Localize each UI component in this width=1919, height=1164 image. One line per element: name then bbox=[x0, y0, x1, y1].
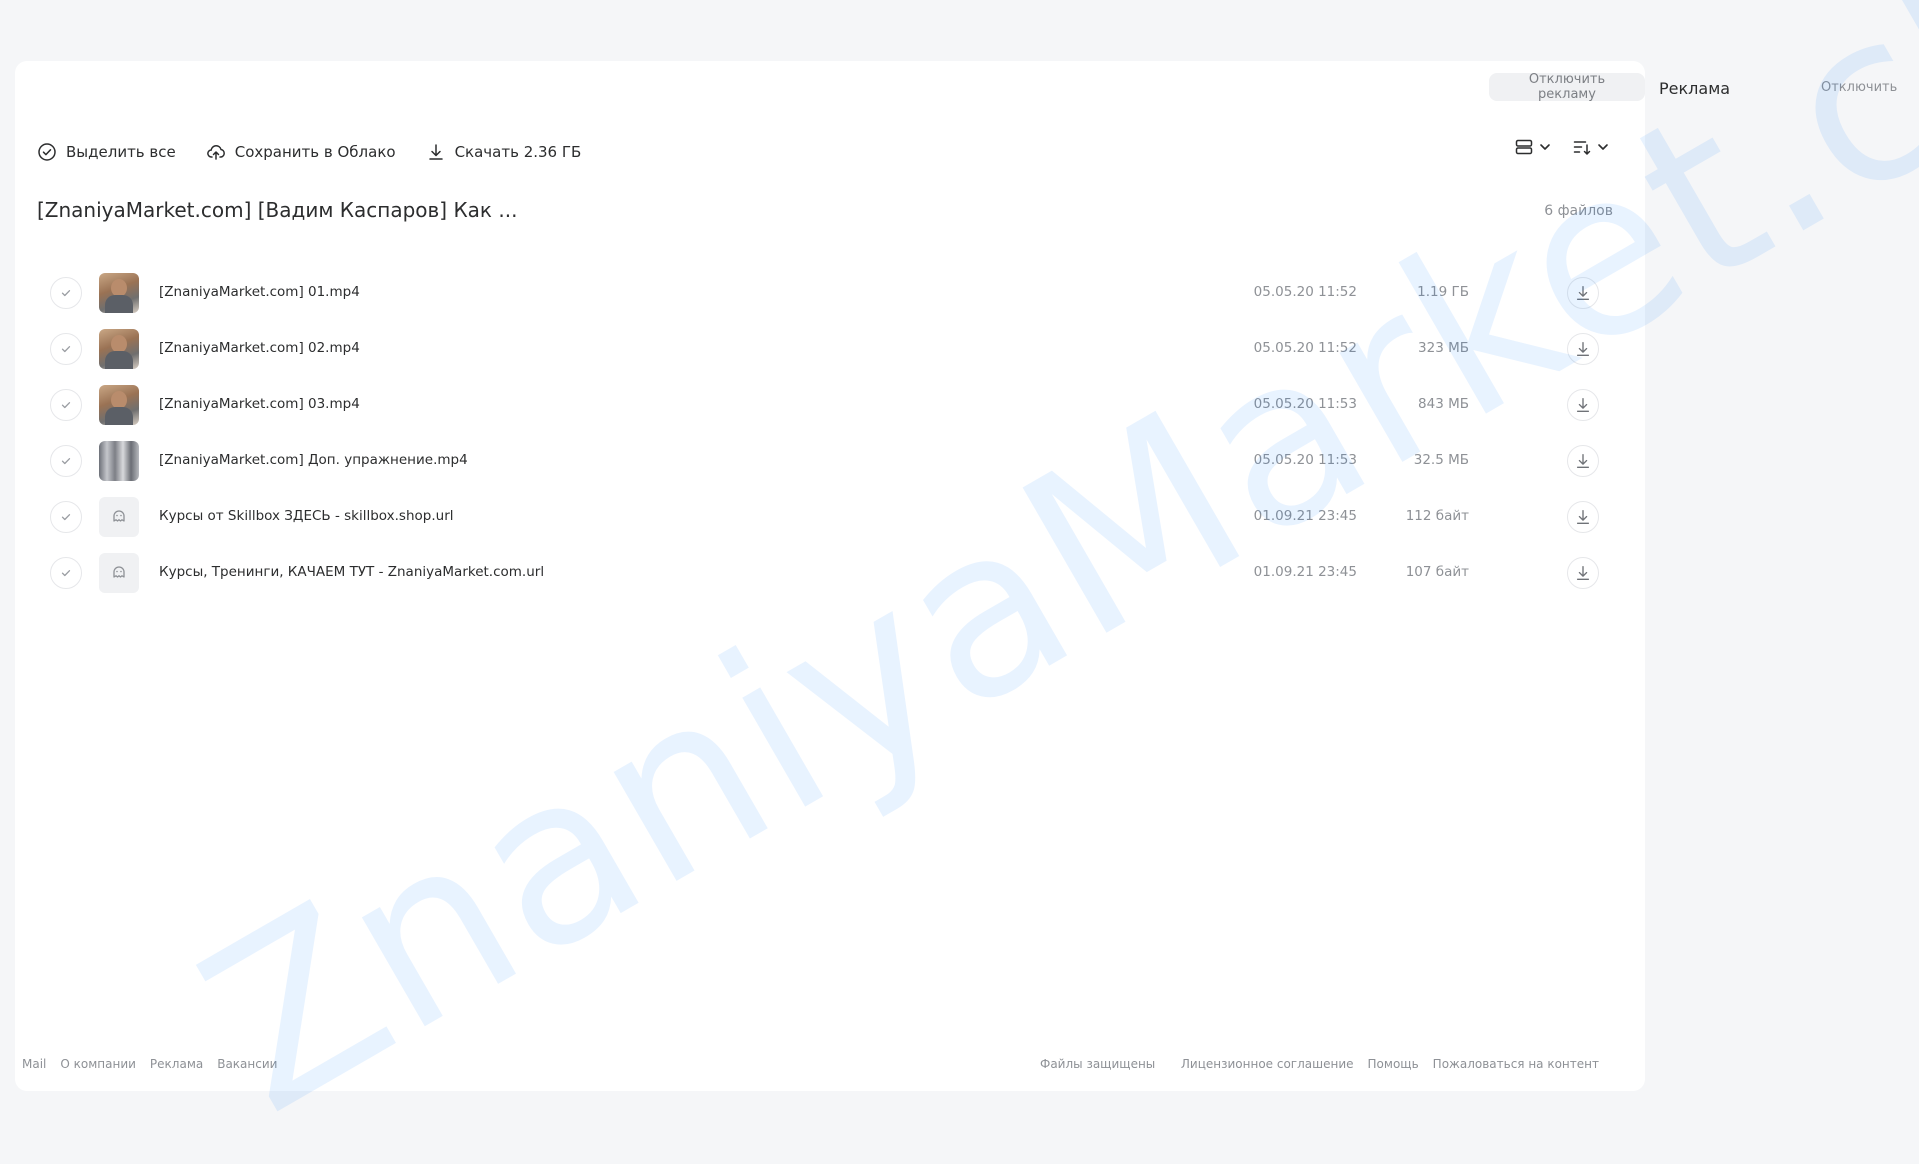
check-icon bbox=[61, 514, 71, 521]
file-row[interactable]: [ZnaniyaMarket.com] 02.mp4 05.05.20 11:5… bbox=[15, 321, 1645, 377]
url-file-icon bbox=[113, 510, 125, 522]
check-icon bbox=[61, 402, 71, 409]
download-icon bbox=[1576, 286, 1590, 300]
download-file-button[interactable] bbox=[1567, 277, 1599, 309]
video-thumbnail bbox=[99, 273, 139, 313]
video-thumbnail bbox=[99, 329, 139, 369]
file-row[interactable]: [ZnaniyaMarket.com] 01.mp4 05.05.20 11:5… bbox=[15, 265, 1645, 321]
download-icon bbox=[1576, 454, 1590, 468]
download-icon bbox=[428, 144, 443, 160]
footer-link-about[interactable]: О компании bbox=[60, 1057, 136, 1071]
select-checkbox[interactable] bbox=[50, 389, 82, 421]
ads-disable-link[interactable]: Отключить bbox=[1821, 80, 1897, 95]
footer-link-ads[interactable]: Реклама bbox=[150, 1057, 203, 1071]
footer-link-help[interactable]: Помощь bbox=[1368, 1057, 1419, 1071]
chevron-down-icon bbox=[1540, 144, 1550, 150]
download-icon bbox=[1576, 510, 1590, 524]
cloud-upload-icon bbox=[206, 144, 225, 160]
footer-link-license[interactable]: Лицензионное соглашение bbox=[1181, 1057, 1354, 1071]
url-file-thumbnail bbox=[99, 553, 139, 593]
disable-ads-button[interactable]: Отключить рекламу bbox=[1489, 72, 1645, 102]
view-mode-button[interactable] bbox=[1514, 137, 1552, 157]
file-date: 05.05.20 11:52 bbox=[1253, 340, 1357, 356]
footer-left-links: Mail О компании Реклама Вакансии bbox=[22, 1057, 277, 1071]
sort-button[interactable] bbox=[1572, 137, 1610, 157]
file-size: 323 МБ bbox=[1418, 340, 1469, 356]
download-icon bbox=[1576, 342, 1590, 356]
file-size: 843 МБ bbox=[1418, 396, 1469, 412]
toolbar: Выделить все Сохранить в Облако Скачать … bbox=[37, 137, 581, 167]
file-date: 05.05.20 11:53 bbox=[1253, 396, 1357, 412]
video-thumbnail bbox=[99, 385, 139, 425]
check-icon bbox=[61, 290, 71, 297]
file-size: 1.19 ГБ bbox=[1417, 284, 1469, 300]
download-file-button[interactable] bbox=[1567, 333, 1599, 365]
file-date: 05.05.20 11:53 bbox=[1253, 452, 1357, 468]
select-all-button[interactable]: Выделить все bbox=[37, 142, 176, 162]
file-row[interactable]: [ZnaniyaMarket.com] Доп. упражнение.mp4 … bbox=[15, 433, 1645, 489]
download-file-button[interactable] bbox=[1567, 501, 1599, 533]
check-icon bbox=[61, 458, 71, 465]
sort-icon bbox=[1573, 141, 1591, 155]
file-row[interactable]: Курсы от Skillbox ЗДЕСЬ - skillbox.shop.… bbox=[15, 489, 1645, 545]
file-date: 01.09.21 23:45 bbox=[1253, 508, 1357, 524]
file-list: [ZnaniyaMarket.com] 01.mp4 05.05.20 11:5… bbox=[15, 265, 1645, 601]
file-row[interactable]: [ZnaniyaMarket.com] 03.mp4 05.05.20 11:5… bbox=[15, 377, 1645, 433]
file-name: [ZnaniyaMarket.com] 01.mp4 bbox=[159, 284, 360, 300]
footer-right-links: Лицензионное соглашение Помощь Пожаловат… bbox=[1181, 1057, 1599, 1071]
download-icon bbox=[1576, 398, 1590, 412]
file-name: Курсы от Skillbox ЗДЕСЬ - skillbox.shop.… bbox=[159, 508, 454, 524]
file-name: [ZnaniyaMarket.com] 02.mp4 bbox=[159, 340, 360, 356]
footer-link-mail[interactable]: Mail bbox=[22, 1057, 46, 1071]
url-file-icon bbox=[113, 566, 125, 578]
file-name: [ZnaniyaMarket.com] Доп. упражнение.mp4 bbox=[159, 452, 468, 468]
url-file-thumbnail bbox=[99, 497, 139, 537]
file-name: [ZnaniyaMarket.com] 03.mp4 bbox=[159, 396, 360, 412]
save-to-cloud-button[interactable]: Сохранить в Облако bbox=[206, 142, 396, 162]
download-file-button[interactable] bbox=[1567, 557, 1599, 589]
file-count: 6 файлов bbox=[1544, 203, 1613, 219]
footer-link-report[interactable]: Пожаловаться на контент bbox=[1433, 1057, 1599, 1071]
file-size: 112 байт bbox=[1405, 508, 1469, 524]
check-icon bbox=[61, 346, 71, 353]
save-to-cloud-label: Сохранить в Облако bbox=[234, 143, 396, 161]
footer-link-jobs[interactable]: Вакансии bbox=[217, 1057, 277, 1071]
file-date: 01.09.21 23:45 bbox=[1253, 564, 1357, 580]
file-size: 32.5 МБ bbox=[1413, 452, 1469, 468]
select-checkbox[interactable] bbox=[50, 445, 82, 477]
select-checkbox[interactable] bbox=[50, 501, 82, 533]
folder-title: [ZnaniyaMarket.com] [Вадим Каспаров] Как… bbox=[37, 198, 518, 222]
file-panel: Отключить рекламу Выделить все Сохранить… bbox=[15, 61, 1645, 1091]
file-row[interactable]: Курсы, Тренинги, КАЧАЕМ ТУТ - ZnaniyaMar… bbox=[15, 545, 1645, 601]
select-checkbox[interactable] bbox=[50, 333, 82, 365]
file-name: Курсы, Тренинги, КАЧАЕМ ТУТ - ZnaniyaMar… bbox=[159, 564, 545, 580]
file-date: 05.05.20 11:52 bbox=[1253, 284, 1357, 300]
files-protected-text[interactable]: Файлы защищены bbox=[1040, 1057, 1155, 1071]
video-thumbnail bbox=[99, 441, 139, 481]
file-size: 107 байт bbox=[1405, 564, 1469, 580]
check-icon bbox=[61, 570, 71, 577]
select-all-label: Выделить все bbox=[66, 143, 176, 161]
download-all-button[interactable]: Скачать 2.36 ГБ bbox=[426, 142, 582, 162]
download-all-label: Скачать 2.36 ГБ bbox=[454, 143, 582, 161]
ads-title: Реклама bbox=[1659, 79, 1731, 98]
chevron-down-icon bbox=[1598, 144, 1608, 150]
select-checkbox[interactable] bbox=[50, 557, 82, 589]
view-controls bbox=[1514, 137, 1610, 157]
list-view-icon bbox=[1515, 139, 1533, 155]
download-file-button[interactable] bbox=[1567, 445, 1599, 477]
select-checkbox[interactable] bbox=[50, 277, 82, 309]
download-icon bbox=[1576, 566, 1590, 580]
download-file-button[interactable] bbox=[1567, 389, 1599, 421]
check-circle-icon bbox=[38, 143, 56, 161]
